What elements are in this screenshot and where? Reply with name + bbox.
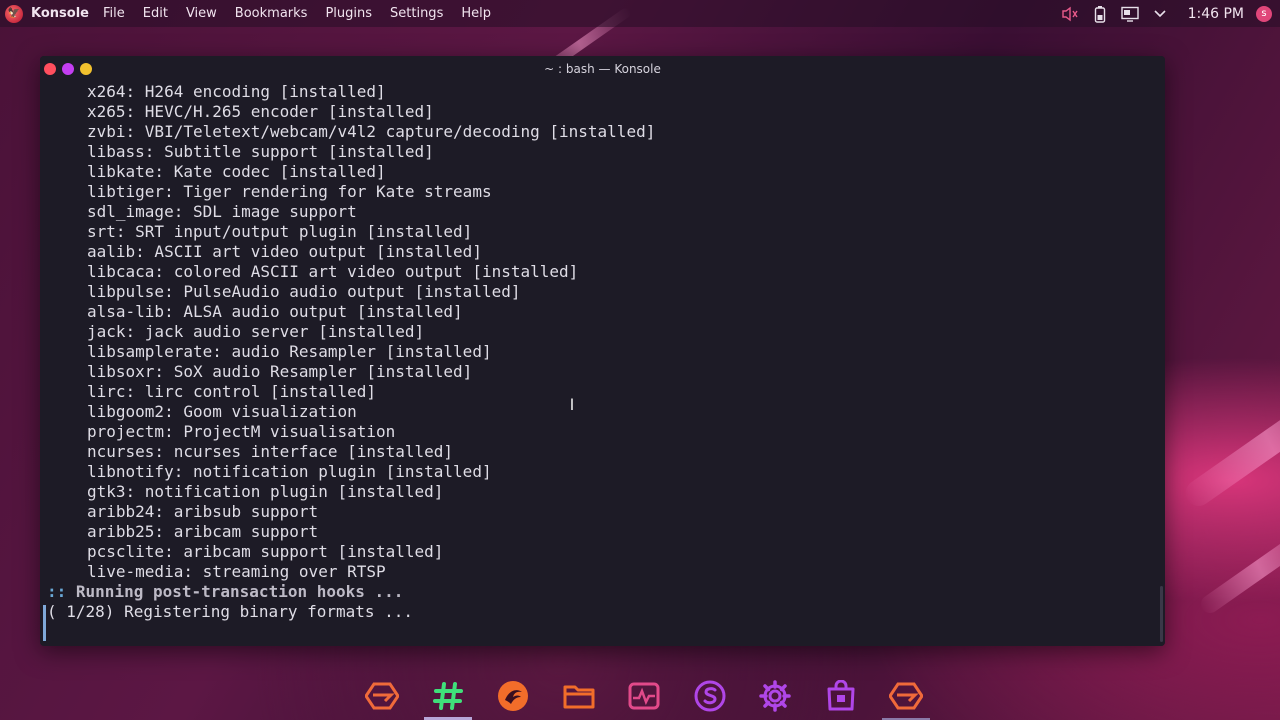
display-icon[interactable]: [1120, 4, 1140, 24]
terminal-line: srt: SRT input/output plugin [installed]: [87, 222, 473, 241]
terminal-line: aribb25: aribcam support: [87, 522, 319, 541]
terminal-line: aalib: ASCII art video output [installed…: [87, 242, 482, 261]
terminal-line: lirc: lirc control [installed]: [87, 382, 376, 401]
progress-line: ( 1/28) Registering binary formats ...: [47, 602, 414, 621]
user-avatar-icon[interactable]: s: [1256, 5, 1272, 22]
dock-item-garuda-launcher[interactable]: [876, 672, 936, 720]
menu-settings[interactable]: Settings: [390, 6, 443, 21]
dock-item-monitor[interactable]: [614, 672, 674, 720]
terminal-line: ncurses: ncurses interface [installed]: [87, 442, 454, 461]
terminal-line: x265: HEVC/H.265 encoder [installed]: [87, 102, 434, 121]
window-title: ~ : bash — Konsole: [544, 62, 661, 76]
active-app-name: Konsole: [31, 6, 89, 21]
dock-item-s-app[interactable]: [680, 672, 740, 720]
terminal-line: jack: jack audio server [installed]: [87, 322, 425, 341]
app-launcher-icon: [365, 682, 399, 710]
terminal-line: x264: H264 encoding [installed]: [87, 82, 386, 101]
dock: [352, 672, 936, 720]
hooks-line: :: Running post-transaction hooks ...: [47, 582, 403, 602]
terminal-line: libgoom2: Goom visualization: [87, 402, 357, 421]
terminal-line: live-media: streaming over RTSP: [87, 562, 386, 581]
terminal-line: alsa-lib: ALSA audio output [installed]: [87, 302, 463, 321]
terminal-line: libtiger: Tiger rendering for Kate strea…: [87, 182, 492, 201]
terminal-line: libcaca: colored ASCII art video output …: [87, 262, 579, 281]
garuda-logo-icon[interactable]: 🦅: [5, 4, 23, 23]
dock-item-hashtag[interactable]: [418, 672, 478, 720]
terminal-line: gtk3: notification plugin [installed]: [87, 482, 444, 501]
terminal-line: projectm: ProjectM visualisation: [87, 422, 396, 441]
menu-file[interactable]: File: [103, 6, 125, 21]
terminal-line: libpulse: PulseAudio audio output [insta…: [87, 282, 521, 301]
store-bag-icon: [827, 680, 854, 711]
menu-plugins[interactable]: Plugins: [325, 6, 372, 21]
konsole-window: ~ : bash — Konsole x264: H264 encoding […: [40, 56, 1165, 646]
window-titlebar[interactable]: ~ : bash — Konsole: [40, 56, 1165, 82]
volume-muted-icon[interactable]: [1060, 4, 1080, 24]
terminal-line: zvbi: VBI/Teletext/webcam/v4l2 capture/d…: [87, 122, 656, 141]
menu-view[interactable]: View: [186, 6, 217, 21]
folder-icon: [563, 685, 594, 709]
chevron-down-icon[interactable]: [1150, 4, 1170, 24]
clock[interactable]: 1:46 PM: [1188, 6, 1244, 22]
garuda-launcher-icon: [889, 682, 923, 710]
close-window-button[interactable]: [44, 63, 56, 75]
settings-gear-icon: [759, 680, 791, 712]
scrollbar-thumb[interactable]: [1160, 586, 1163, 642]
minimize-window-button[interactable]: [62, 63, 74, 75]
hook-text: Running post-transaction hooks ...: [75, 582, 404, 601]
terminal-line: libass: Subtitle support [installed]: [87, 142, 434, 161]
top-panel: 🦅 Konsole File Edit View Bookmarks Plugi…: [0, 0, 1280, 27]
dock-item-settings[interactable]: [745, 672, 805, 720]
system-tray: 1:46 PM s: [1060, 0, 1280, 27]
system-monitor-icon: [628, 682, 660, 710]
dock-item-store[interactable]: [811, 672, 871, 720]
wallpaper-streak: [1197, 521, 1280, 617]
terminal-line: libsoxr: SoX audio Resampler [installed]: [87, 362, 473, 381]
terminal-line: sdl_image: SDL image support: [87, 202, 357, 221]
menu-edit[interactable]: Edit: [143, 6, 168, 21]
s-app-icon: [694, 680, 725, 712]
terminal-line: pcsclite: aribcam support [installed]: [87, 542, 444, 561]
menu-help[interactable]: Help: [461, 6, 491, 21]
battery-icon[interactable]: [1090, 4, 1110, 24]
terminal-line: aribb24: aribsub support: [87, 502, 319, 521]
dock-item-garuda[interactable]: [483, 672, 543, 720]
maximize-window-button[interactable]: [80, 63, 92, 75]
wallpaper-streak: [1180, 374, 1280, 512]
garuda-dragon-icon: [498, 681, 528, 711]
hashtag-icon: [432, 682, 463, 710]
terminal-scrollbar[interactable]: [1157, 82, 1165, 646]
text-cursor-icon: Ⅰ: [569, 395, 575, 414]
hook-prefix: ::: [47, 582, 67, 601]
dock-item-launcher[interactable]: [352, 672, 412, 720]
menu-bookmarks[interactable]: Bookmarks: [235, 6, 308, 21]
terminal-line: libnotify: notification plugin [installe…: [87, 462, 492, 481]
terminal-view[interactable]: x264: H264 encoding [installed] x265: HE…: [40, 82, 1157, 646]
terminal-line: libsamplerate: audio Resampler [installe…: [87, 342, 492, 361]
dock-item-files[interactable]: [549, 672, 609, 720]
terminal-cursor: [43, 605, 46, 641]
terminal-line: libkate: Kate codec [installed]: [87, 162, 386, 181]
